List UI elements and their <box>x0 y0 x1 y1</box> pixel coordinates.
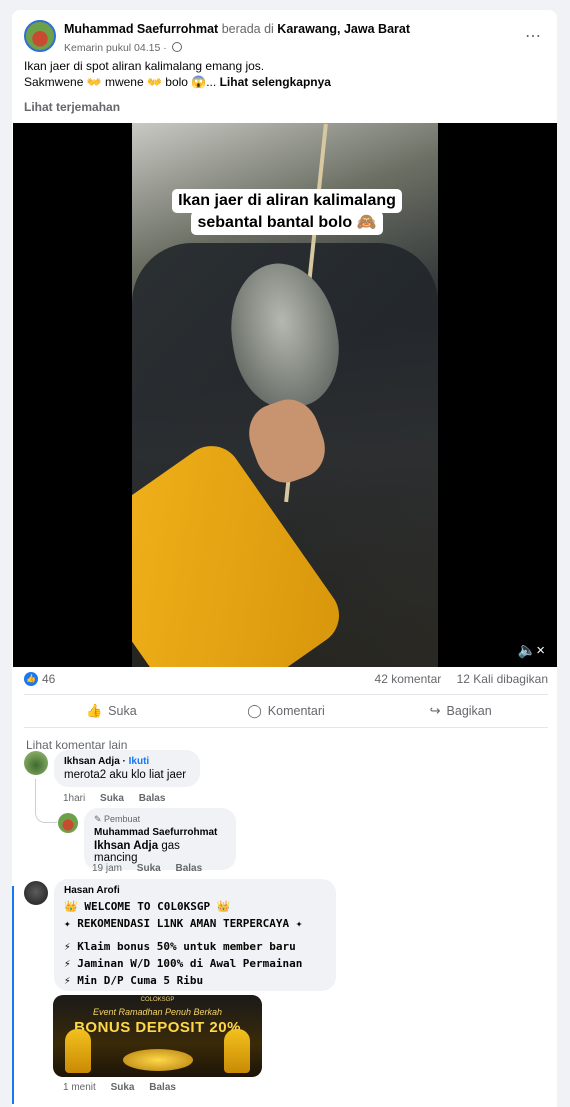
comment-author-row: Ikhsan Adja · Ikuti <box>64 756 150 767</box>
promo-image[interactable]: COLOKSGP Event Ramadhan Penuh Berkah BON… <box>53 995 262 1077</box>
promo-event: Event Ramadhan Penuh Berkah <box>92 1007 223 1017</box>
post-text-line2-body: Sakmwene 👐 mwene 👐 bolo 😱... <box>24 75 217 89</box>
like-count[interactable]: 46 <box>42 672 55 686</box>
post-text: Ikan jaer di spot aliran kalimalang eman… <box>24 58 331 90</box>
reply-like-link[interactable]: Suka <box>137 863 161 874</box>
share-count[interactable]: 12 Kali dibagikan <box>457 672 548 686</box>
spam-line: 👑 WELCOME TO C0L0KSGP 👑 <box>64 900 231 913</box>
author-line: Muhammad Saefurrohmat berada di Karawang… <box>64 22 410 36</box>
share-button[interactable]: ↪ Bagikan <box>373 695 548 727</box>
reply-author-avatar[interactable] <box>58 813 78 833</box>
share-arrow-icon: ↪ <box>429 703 441 718</box>
comment-meta: 1hari Suka Balas <box>63 793 177 804</box>
mention-link[interactable]: Ikhsan Adja <box>94 840 158 852</box>
more-options-icon[interactable]: ⋯ <box>525 26 542 46</box>
comment-time[interactable]: 1 menit <box>63 1082 96 1093</box>
comment-text: merota2 aku klo liat jaer <box>64 769 187 781</box>
commenter-avatar[interactable] <box>24 881 48 905</box>
reply-reply-link[interactable]: Balas <box>175 863 202 874</box>
like-label: Suka <box>108 704 137 718</box>
comment-label: Komentari <box>267 704 325 718</box>
comment-bubble: Ikhsan Adja · Ikuti merota2 aku klo liat… <box>54 750 200 787</box>
reply-author[interactable]: Muhammad Saefurrohmat <box>94 827 226 838</box>
promo-figure-right <box>224 1029 250 1073</box>
author-badge-label: Pembuat <box>104 814 141 824</box>
comment-bubble: Hasan Arofi 👑 WELCOME TO C0L0KSGP 👑 ✦ RE… <box>54 879 336 991</box>
caption-line2: sebantal bantal bolo 🙈 <box>191 211 383 235</box>
follow-link[interactable]: Ikuti <box>129 756 150 767</box>
globe-icon <box>171 42 182 52</box>
commenter-avatar[interactable] <box>24 751 48 775</box>
comment-time[interactable]: 1hari <box>63 793 85 804</box>
author-avatar[interactable] <box>24 20 56 52</box>
spam-line: ⚡ Klaim bonus 50% untuk member baru <box>64 940 296 953</box>
location-link[interactable]: Karawang, Jawa Barat <box>277 22 410 36</box>
post-text-line2: Sakmwene 👐 mwene 👐 bolo 😱... Lihat selen… <box>24 74 331 90</box>
post-card: Muhammad Saefurrohmat berada di Karawang… <box>12 10 557 1107</box>
video-player[interactable]: Ikan jaer di aliran kalimalang sebantal … <box>13 123 557 667</box>
reply-text-row: Ikhsan Adja gas mancing <box>94 840 226 864</box>
caption-line1: Ikan jaer di aliran kalimalang <box>172 189 402 213</box>
video-frame: Ikan jaer di aliran kalimalang sebantal … <box>132 123 438 667</box>
author-badge: ✎ Pembuat <box>94 814 141 824</box>
mute-icon[interactable]: 🔈× <box>518 641 545 659</box>
reply-time[interactable]: 19 jam <box>92 863 122 874</box>
spam-line: ⚡ Min D/P Cuma 5 Ribu <box>64 974 204 987</box>
comment-meta: 1 menit Suka Balas <box>63 1082 188 1093</box>
thread-connector <box>35 779 57 823</box>
reply-meta: 19 jam Suka Balas <box>92 863 214 874</box>
post-meta: Kemarin pukul 04.15 · <box>64 42 182 54</box>
spam-line: ⚡ Jaminan W/D 100% di Awal Permainan <box>64 957 303 970</box>
reaction-stats: 👍 46 42 komentar 12 Kali dibagikan <box>24 670 548 692</box>
reply-bubble: ✎ Pembuat Muhammad Saefurrohmat Ikhsan A… <box>84 808 236 870</box>
action-bar: 👍 Suka ◯ Komentari ↪ Bagikan <box>24 694 548 728</box>
translate-link[interactable]: Lihat terjemahan <box>24 100 120 114</box>
comment-button[interactable]: ◯ Komentari <box>199 695 374 727</box>
promo-figure-left <box>65 1029 91 1073</box>
author-name[interactable]: Muhammad Saefurrohmat <box>64 22 218 36</box>
comment-like-link[interactable]: Suka <box>100 793 124 804</box>
post-time[interactable]: Kemarin pukul 04.15 <box>64 42 160 54</box>
share-label: Bagikan <box>446 704 492 718</box>
thumbs-up-icon: 👍 <box>85 703 103 718</box>
like-reaction-icon: 👍 <box>24 672 38 686</box>
comment-author[interactable]: Ikhsan Adja <box>64 756 120 767</box>
promo-brand: COLOKSGP <box>140 997 175 1003</box>
at-text: berada di <box>221 22 274 36</box>
comment-count[interactable]: 42 komentar <box>375 672 442 686</box>
post-text-line1: Ikan jaer di spot aliran kalimalang eman… <box>24 59 265 73</box>
see-more-link[interactable]: Lihat selengkapnya <box>220 75 331 89</box>
comment-like-link[interactable]: Suka <box>111 1082 135 1093</box>
comment-reply-link[interactable]: Balas <box>139 793 166 804</box>
comment-reply-link[interactable]: Balas <box>149 1082 176 1093</box>
spam-line: ✦ REKOMENDASI L1NK AMAN TERPERCAYA ✦ <box>64 917 303 930</box>
comment-author[interactable]: Hasan Arofi <box>64 885 326 896</box>
like-button[interactable]: 👍 Suka <box>24 695 199 727</box>
promo-coins <box>123 1049 193 1071</box>
highlight-bar <box>12 886 14 1104</box>
engagement-counts: 42 komentar 12 Kali dibagikan <box>363 672 548 686</box>
comment-bubble-icon: ◯ <box>247 703 262 718</box>
video-caption: Ikan jaer di aliran kalimalang sebantal … <box>156 189 418 235</box>
